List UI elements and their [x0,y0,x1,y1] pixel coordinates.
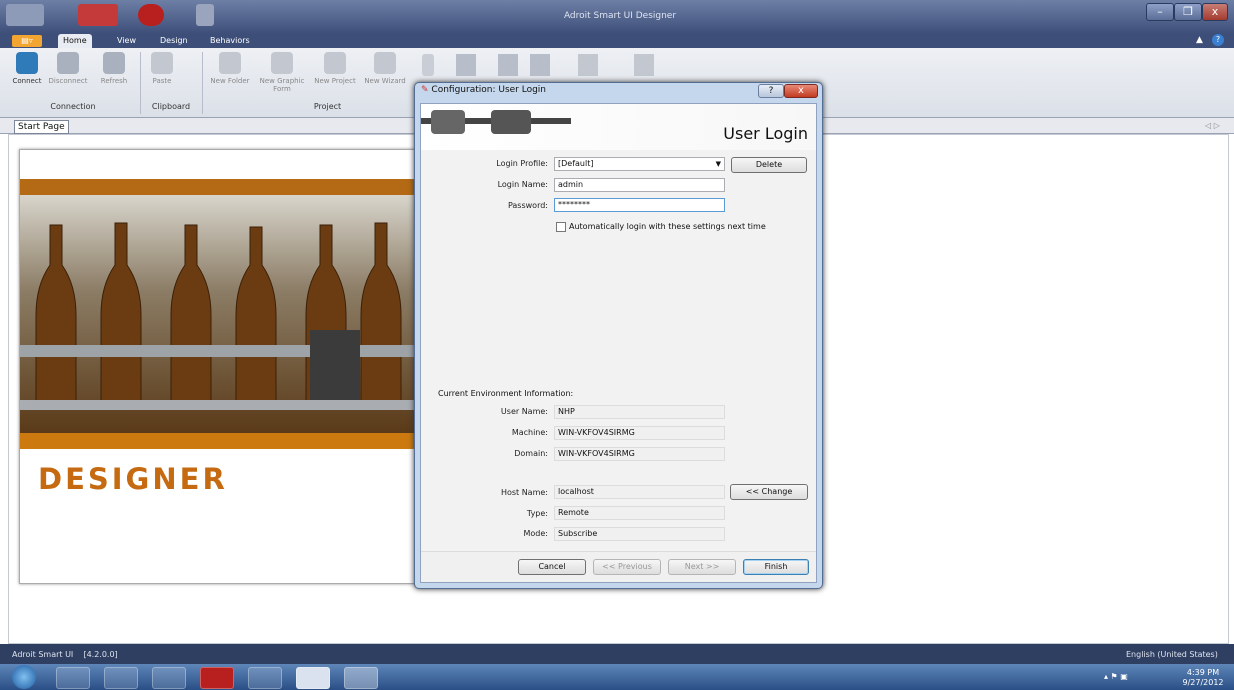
connector-graphic-icon [421,110,571,134]
paste-button[interactable]: Paste [145,52,179,85]
change-button[interactable]: << Change [730,484,808,500]
new-graphic-form-button[interactable]: New Graphic Form [256,52,308,93]
file-menu-button[interactable]: ▤▿ [12,35,42,47]
tab-scroll-arrows[interactable]: ◁ ▷ [1205,121,1220,130]
password-label: Password: [507,201,548,210]
env-section-label: Current Environment Information: [438,389,574,398]
minimize-button[interactable]: – [1146,3,1174,21]
status-bar [0,644,1234,664]
host-name-label: Host Name: [500,488,548,497]
connect-button[interactable]: Connect [10,52,44,85]
new-wizard-icon [374,52,396,74]
type-label: Type: [526,509,548,518]
login-profile-label: Login Profile: [496,159,548,168]
internet-explorer-icon[interactable] [248,667,282,689]
paste-icon [151,52,173,74]
tab-behaviors[interactable]: Behaviors [205,34,255,48]
auto-login-checkbox[interactable] [556,222,566,232]
status-language: English (United States) [1126,650,1218,659]
banner-stripe-bottom [20,433,416,449]
dialog-close-button[interactable]: x [784,84,818,98]
machine-label: Machine: [511,428,548,437]
type-field: Remote [554,506,725,520]
disconnect-button[interactable]: Disconnect [48,52,88,85]
dialog-help-button[interactable]: ? [758,84,784,98]
tab-view[interactable]: View [112,34,141,48]
new-project-button[interactable]: New Project [311,52,359,85]
disconnect-icon [57,52,79,74]
quick-access-icon[interactable] [78,4,118,26]
ribbon-separator [202,52,203,114]
previous-button[interactable]: << Previous [593,559,661,575]
password-input[interactable]: ******** [554,198,725,212]
bottles-image [20,195,416,433]
delete-button[interactable]: Delete [731,157,807,173]
next-button[interactable]: Next >> [668,559,736,575]
domain-field: WIN-VKFOV4SIRMG [554,447,725,461]
machine-field: WIN-VKFOV4SIRMG [554,426,725,440]
network-icon[interactable] [56,667,90,689]
designer-banner-text: DESIGNER [38,462,228,496]
connect-icon [16,52,38,74]
user-name-field: NHP [554,405,725,419]
start-button-icon[interactable] [12,665,36,689]
mode-label: Mode: [523,529,549,538]
group-clipboard: Clipboard [151,102,191,111]
gear-icon[interactable] [138,4,164,26]
explorer-icon[interactable] [104,667,138,689]
tab-start-page[interactable]: Start Page [14,120,69,134]
gear-app-icon[interactable] [200,667,234,689]
banner-stripe-top [20,179,416,195]
app-menu-icon[interactable] [6,4,44,26]
user-name-label: User Name: [500,407,548,416]
app-red-icon[interactable] [296,667,330,689]
finish-button[interactable]: Finish [743,559,809,575]
host-name-field: localhost [554,485,725,499]
minimize-ribbon-icon[interactable]: ▲ [1196,35,1203,45]
new-folder-button[interactable]: New Folder [208,52,252,85]
system-clock[interactable]: 4:39 PM 9/27/2012 [1180,668,1226,688]
document-properties-icon[interactable] [634,54,654,76]
config-icon: ✎ [421,85,429,95]
cancel-button[interactable]: Cancel [518,559,586,575]
document-settings-icon[interactable] [578,54,598,76]
group-connection: Connection [50,102,96,111]
tray-icons[interactable]: ▴ ⚑ ▣ [1104,672,1128,681]
save-icon[interactable] [456,54,476,76]
delete-icon[interactable] [422,54,434,76]
new-graphic-form-icon [271,52,293,74]
login-name-label: Login Name: [497,180,548,189]
save-all-icon[interactable] [530,54,550,76]
save-as-icon[interactable] [498,54,518,76]
maximize-button[interactable]: ❐ [1174,3,1202,21]
tab-design[interactable]: Design [155,34,193,48]
new-folder-icon [219,52,241,74]
refresh-button[interactable]: Refresh [97,52,131,85]
new-wizard-button[interactable]: New Wizard [362,52,408,85]
auto-login-label[interactable]: Automatically login with these settings … [569,222,766,231]
app-title: Adroit Smart UI Designer [563,11,677,21]
chevron-down-icon: ▼ [715,160,721,168]
login-profile-select[interactable]: [Default] ▼ [554,157,725,171]
dialog-heading: User Login [723,124,808,143]
refresh-icon [103,52,125,74]
designer-app-icon[interactable] [344,667,378,689]
folder-icon[interactable] [152,667,186,689]
tab-home[interactable]: Home [58,34,92,48]
status-app-version: Adroit Smart UI [4.2.0.0] [12,650,118,659]
dialog-title: ✎ Configuration: User Login [421,85,547,95]
close-button[interactable]: x [1202,3,1228,21]
new-project-icon [324,52,346,74]
domain-label: Domain: [514,449,548,458]
mode-field: Subscribe [554,527,725,541]
help-icon[interactable]: ? [1212,34,1224,46]
login-name-input[interactable]: admin [554,178,725,192]
document-icon[interactable] [196,4,214,26]
